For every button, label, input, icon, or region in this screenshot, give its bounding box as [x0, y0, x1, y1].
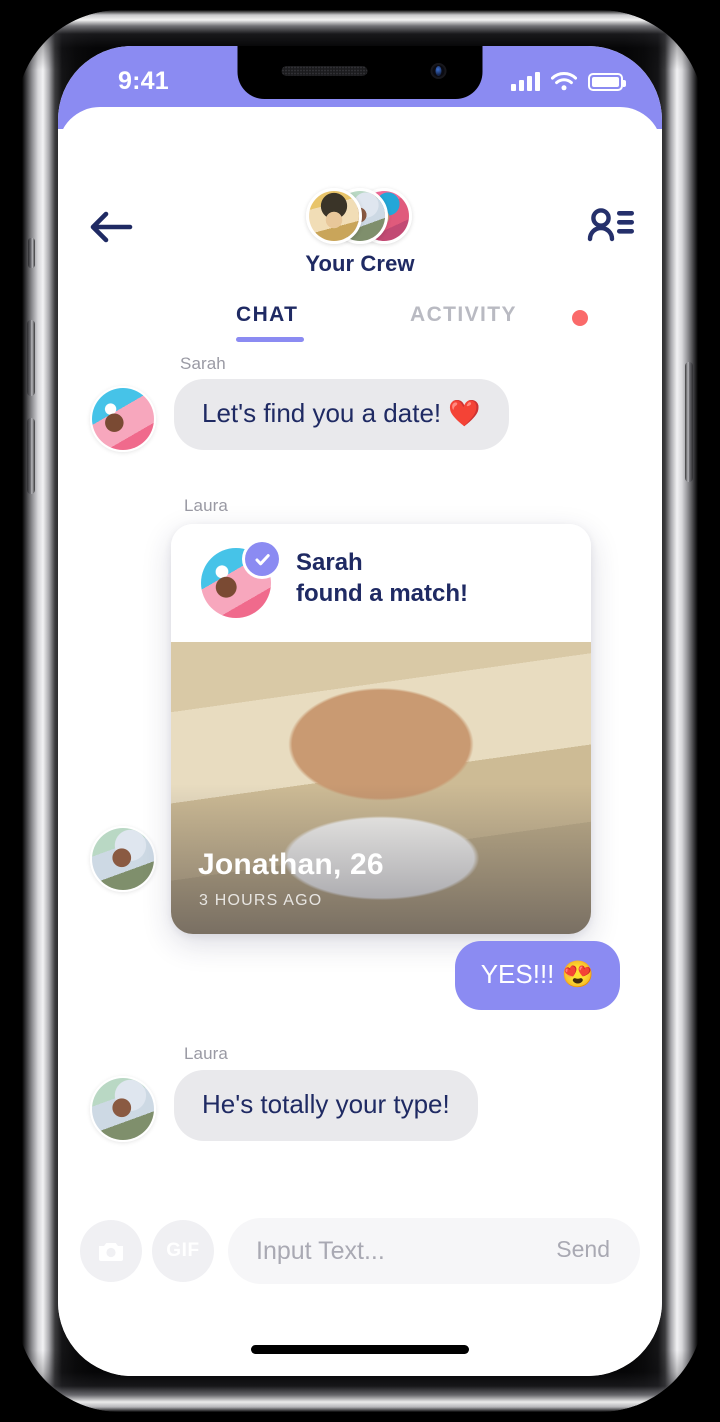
verified-check-icon	[245, 542, 279, 576]
volume-down-button[interactable]	[27, 418, 35, 494]
match-photo: Jonathan, 26 3 HOURS AGO	[171, 642, 591, 934]
tab-chat-underline	[236, 337, 304, 342]
contacts-button[interactable]	[586, 205, 636, 249]
camera-button[interactable]	[80, 1220, 142, 1282]
contact-list-icon	[587, 208, 634, 242]
message-sender-name: Sarah	[180, 354, 226, 373]
match-card-header: Sarah found a match!	[171, 524, 591, 642]
search-input[interactable]	[256, 1235, 536, 1267]
match-card-title: Sarah found a match!	[296, 548, 468, 609]
message-row: Laura He's totally your type!	[58, 1038, 662, 1188]
gif-button[interactable]: GIF	[152, 1220, 214, 1282]
message-row: Sarah Let's find you a date! ❤️	[58, 346, 662, 486]
match-name: Jonathan, 26	[198, 848, 384, 881]
app-header: Your Crew CHAT ACTIVITY	[58, 107, 662, 342]
tab-activity[interactable]: ACTIVITY	[410, 303, 517, 327]
battery-icon	[588, 72, 626, 91]
back-button[interactable]	[88, 207, 134, 247]
phone-screen: 9:41 Your Crew CHAT ACTIVITY Sarah Let's…	[58, 46, 662, 1376]
wifi-icon	[551, 72, 577, 91]
page-title: Your Crew	[305, 251, 415, 276]
avatar	[90, 1076, 156, 1142]
message-list: Sarah Let's find you a date! ❤️ Laura Sa…	[58, 346, 662, 1246]
avatar	[90, 826, 156, 892]
match-card-title-line1: Sarah	[296, 549, 363, 576]
message-bubble[interactable]: He's totally your type!	[174, 1070, 478, 1141]
message-sender-name: Laura	[184, 1044, 228, 1063]
message-input-field[interactable]: Send	[228, 1218, 640, 1284]
volume-up-button[interactable]	[27, 320, 35, 396]
camera-icon	[99, 1243, 123, 1261]
notch	[237, 46, 483, 99]
silent-switch-button[interactable]	[28, 238, 35, 268]
avatar	[90, 386, 156, 452]
cellular-signal-icon	[511, 72, 540, 91]
message-input-bar: GIF Send	[58, 1206, 662, 1296]
activity-badge-dot	[572, 310, 588, 326]
message-bubble[interactable]: YES!!! 😍	[454, 941, 620, 1010]
front-camera-icon	[430, 63, 447, 79]
crew-avatar-1	[306, 188, 362, 244]
home-indicator[interactable]	[251, 1345, 469, 1354]
tab-chat[interactable]: CHAT	[236, 303, 298, 327]
message-row: Laura Sarah found a match! Jonathan, 26 …	[58, 486, 662, 941]
message-bubble[interactable]: Let's find you a date! ❤️	[174, 379, 509, 450]
gif-label: GIF	[166, 1240, 200, 1261]
match-timestamp: 3 HOURS AGO	[199, 892, 323, 909]
earpiece-speaker	[281, 66, 368, 76]
status-bar-icons	[511, 72, 626, 91]
phone-frame: 9:41 Your Crew CHAT ACTIVITY Sarah Let's…	[16, 10, 704, 1412]
match-card[interactable]: Sarah found a match! Jonathan, 26 3 HOUR…	[171, 524, 591, 934]
crew-avatar-stack[interactable]	[306, 186, 414, 248]
status-bar-time: 9:41	[118, 67, 169, 95]
message-sender-name: Laura	[184, 496, 228, 515]
back-arrow-icon	[90, 211, 133, 243]
send-button[interactable]: Send	[556, 1236, 610, 1263]
power-button[interactable]	[685, 362, 693, 482]
match-card-title-line2: found a match!	[296, 579, 468, 607]
message-row: YES!!! 😍	[58, 941, 662, 1051]
